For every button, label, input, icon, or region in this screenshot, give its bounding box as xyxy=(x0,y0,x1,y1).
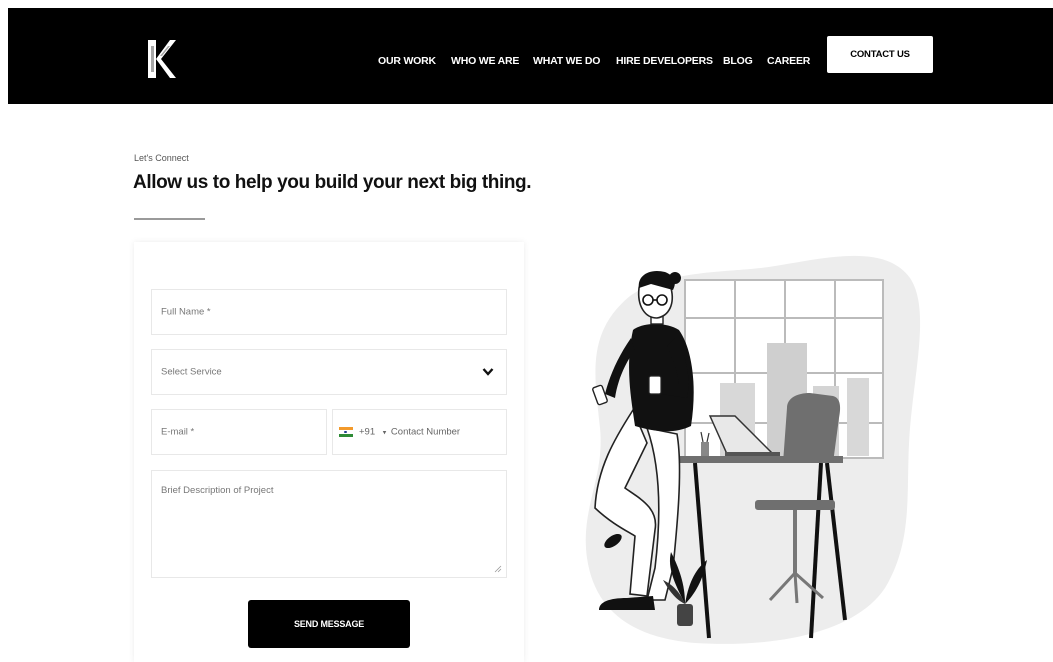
project-description-textarea[interactable]: Brief Description of Project xyxy=(151,470,507,578)
country-code[interactable]: +91 ▾ Contact Number xyxy=(359,427,460,438)
send-message-button[interactable]: SEND MESSAGE xyxy=(248,600,410,648)
page-title: Allow us to help you build your next big… xyxy=(133,172,532,193)
resize-handle-icon[interactable] xyxy=(494,565,502,573)
k-logo-icon[interactable] xyxy=(146,38,176,80)
service-placeholder: Select Service xyxy=(161,366,222,378)
email-input[interactable]: E-mail * xyxy=(151,409,327,455)
caret-down-icon: ▾ xyxy=(382,429,387,437)
nav-career[interactable]: CAREER xyxy=(767,55,810,67)
full-name-input[interactable]: Full Name * xyxy=(151,289,507,335)
contact-us-button[interactable]: CONTACT US xyxy=(827,36,933,73)
full-name-placeholder: Full Name * xyxy=(161,306,211,318)
service-select[interactable]: Select Service xyxy=(151,349,507,395)
description-placeholder: Brief Description of Project xyxy=(161,485,274,496)
chevron-down-icon xyxy=(482,368,494,376)
section-eyebrow: Let's Connect xyxy=(134,153,189,163)
nav-who-we-are[interactable]: WHO WE ARE xyxy=(451,55,519,67)
office-worker-illustration xyxy=(585,255,921,644)
nav-what-we-do[interactable]: WHAT WE DO xyxy=(533,55,600,67)
india-flag-icon[interactable] xyxy=(339,427,353,437)
title-divider xyxy=(134,218,205,220)
contact-number-input[interactable]: +91 ▾ Contact Number xyxy=(332,409,507,455)
country-code-value: +91 xyxy=(359,426,376,438)
nav-blog[interactable]: BLOG xyxy=(723,55,753,67)
nav-our-work[interactable]: OUR WORK xyxy=(378,55,436,67)
site-header: OUR WORK WHO WE ARE WHAT WE DO HIRE DEVE… xyxy=(8,8,1053,104)
contact-number-placeholder: Contact Number xyxy=(390,426,461,438)
nav-hire-developers[interactable]: HIRE DEVELOPERS xyxy=(616,55,713,67)
email-placeholder: E-mail * xyxy=(161,426,195,438)
